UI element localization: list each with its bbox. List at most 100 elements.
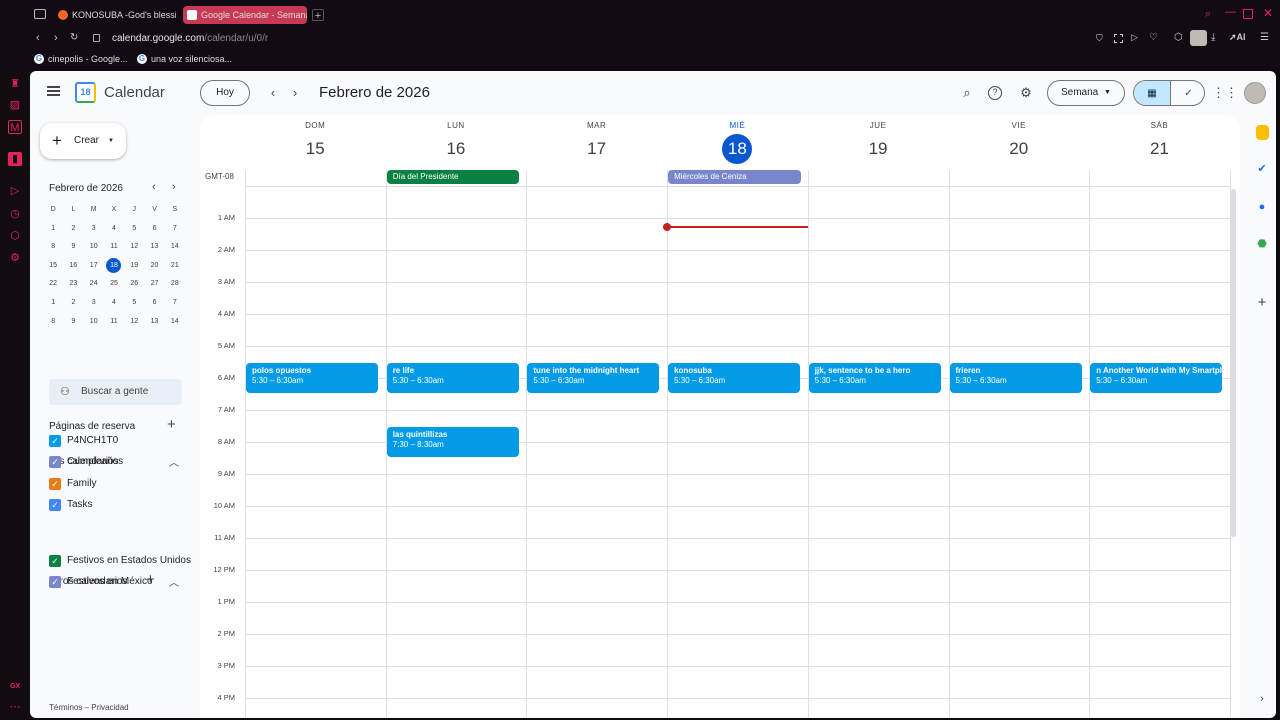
mini-day[interactable]: 22 (43, 275, 63, 294)
mini-day[interactable]: 9 (63, 238, 83, 257)
profile-avatar[interactable] (1190, 30, 1207, 46)
calendar-event[interactable]: frieren 5:30 – 6:30am (949, 363, 1082, 393)
contacts-icon[interactable]: ● (1254, 199, 1270, 215)
prev-week-icon[interactable]: ‹ (262, 82, 284, 104)
day-number[interactable]: 17 (526, 134, 667, 164)
mini-day[interactable]: 9 (63, 313, 83, 332)
scrollbar[interactable] (1231, 189, 1236, 537)
mini-day[interactable]: 1 (43, 220, 63, 239)
extensions-icon[interactable]: ⬡ (8, 229, 22, 243)
main-menu-icon[interactable] (47, 86, 60, 96)
apps-grid-icon[interactable]: ⋮⋮ (1212, 82, 1238, 104)
checkbox-icon[interactable]: ✓ (49, 498, 61, 511)
bookmark-icon[interactable]: ⛉ (1096, 33, 1103, 44)
add-booking-page-icon[interactable]: + (167, 416, 176, 433)
messenger-icon[interactable]: M (8, 120, 22, 134)
calendar-item[interactable]: ✓ Festivos en México (49, 576, 153, 589)
mini-next-icon[interactable]: › (172, 181, 176, 193)
mini-day[interactable]: 2 (63, 294, 83, 313)
mini-day[interactable]: 26 (124, 275, 144, 294)
mini-prev-icon[interactable]: ‹ (152, 181, 156, 193)
checkbox-icon[interactable]: ✓ (49, 555, 61, 567)
snapshot-icon[interactable] (1114, 34, 1123, 43)
footer-links[interactable]: Términos – Privacidad (49, 703, 129, 712)
mini-day[interactable]: 25 (104, 275, 124, 294)
calendar-view-icon[interactable]: ▦ (1134, 81, 1170, 105)
chevron-up-icon[interactable]: ︿ (169, 574, 179, 589)
all-day-event[interactable]: Miércoles de Ceniza (668, 170, 801, 184)
mini-day[interactable]: 5 (124, 220, 144, 239)
extensions-toolbar-icon[interactable]: ⬡ (1174, 32, 1183, 43)
mini-day[interactable]: 20 (144, 257, 164, 276)
tasks-view-icon[interactable]: ✓ (1170, 81, 1204, 105)
reload-icon[interactable]: ↻ (70, 32, 78, 43)
checkbox-icon[interactable]: ✓ (49, 456, 61, 469)
bookmark-cinepolis[interactable]: Gcinepolis - Google... (34, 52, 128, 66)
settings-icon[interactable]: ⚙ (8, 251, 22, 265)
more-icon[interactable]: ⋯ (8, 700, 22, 714)
mini-day[interactable]: 28 (165, 275, 185, 294)
view-select[interactable]: Semana ▼ (1047, 80, 1125, 106)
gx-cleaner-icon[interactable]: ▨ (8, 98, 22, 112)
day-number[interactable]: 18 (667, 134, 808, 164)
settings-gear-icon[interactable]: ⚙ (1015, 82, 1037, 104)
checkbox-icon[interactable]: ✓ (49, 477, 61, 490)
day-header[interactable]: LUN 16 (386, 115, 527, 164)
checkbox-icon[interactable]: ✓ (49, 435, 61, 447)
ai-button[interactable]: ➚AI (1229, 32, 1246, 43)
close-window-icon[interactable]: ✕ (1263, 6, 1273, 20)
day-header[interactable]: SÁB 21 (1089, 115, 1230, 164)
mini-day[interactable]: 16 (63, 257, 83, 276)
calendar-item[interactable]: ✓ Festivos en Estados Unidos (49, 555, 191, 567)
day-header[interactable]: JUE 19 (808, 115, 949, 164)
mini-day[interactable]: 2 (63, 220, 83, 239)
maps-icon[interactable]: ⬣ (1254, 236, 1270, 252)
calendar-event[interactable]: re life 5:30 – 6:30am (386, 363, 519, 393)
url-field[interactable]: calendar.google.com/calendar/u/0/r (112, 32, 268, 46)
twitch-icon[interactable]: ▮ (8, 152, 22, 166)
mini-day[interactable]: 11 (104, 238, 124, 257)
heart-icon[interactable]: ♡ (1149, 32, 1158, 43)
search-tabs-icon[interactable]: ⌕ (1205, 8, 1211, 21)
mini-day[interactable]: 7 (165, 220, 185, 239)
mini-day[interactable]: 15 (43, 257, 63, 276)
all-day-event[interactable]: Día del Presidente (386, 170, 520, 184)
mini-day[interactable]: 4 (104, 294, 124, 313)
forward-icon[interactable]: › (54, 32, 58, 44)
mini-day[interactable]: 14 (165, 313, 185, 332)
calendar-item[interactable]: ✓ P4NCH1T0 (49, 435, 118, 447)
back-icon[interactable]: ‹ (36, 32, 40, 44)
calendar-event[interactable]: konosuba 5:30 – 6:30am (668, 363, 801, 393)
day-header[interactable]: MAR 17 (526, 115, 667, 164)
history-icon[interactable]: ◷ (8, 207, 22, 221)
help-icon[interactable]: ? (988, 86, 1002, 100)
day-header[interactable]: MIÉ 18 (667, 115, 808, 164)
get-addons-icon[interactable]: + (1254, 295, 1270, 311)
chevron-up-icon[interactable]: ︿ (169, 454, 179, 469)
mini-day[interactable]: 8 (43, 238, 63, 257)
mini-day[interactable]: 14 (165, 238, 185, 257)
tab-menu-icon[interactable] (34, 9, 46, 19)
tab-google-calendar[interactable]: Google Calendar - Semana (183, 6, 307, 24)
mini-day[interactable]: 13 (144, 238, 164, 257)
search-icon[interactable]: ⌕ (956, 82, 978, 104)
mini-day[interactable]: 10 (84, 238, 104, 257)
today-button[interactable]: Hoy (200, 80, 250, 106)
day-number[interactable]: 19 (808, 134, 949, 164)
search-people-field[interactable]: ⚇ Buscar a gente (49, 379, 182, 405)
calendar-item[interactable]: ✓ Family (49, 477, 96, 490)
keep-icon[interactable] (1256, 125, 1269, 140)
minimize-icon[interactable]: — (1225, 6, 1236, 18)
tasks-icon[interactable]: ✔ (1254, 161, 1270, 177)
mini-day[interactable]: 1 (43, 294, 63, 313)
mini-day[interactable]: 10 (84, 313, 104, 332)
mini-day[interactable]: 12 (124, 313, 144, 332)
account-avatar[interactable] (1244, 82, 1266, 104)
player-icon[interactable]: ▷ (8, 184, 22, 198)
tab-konosuba[interactable]: KONOSUBA -God's blessin (54, 6, 176, 24)
new-tab-button[interactable]: + (312, 9, 324, 22)
mini-day[interactable]: 4 (104, 220, 124, 239)
menu-icon[interactable]: ☰ (1260, 32, 1269, 43)
player-toolbar-icon[interactable]: ▷ (1131, 32, 1138, 43)
app-title[interactable]: Calendar (104, 84, 165, 101)
